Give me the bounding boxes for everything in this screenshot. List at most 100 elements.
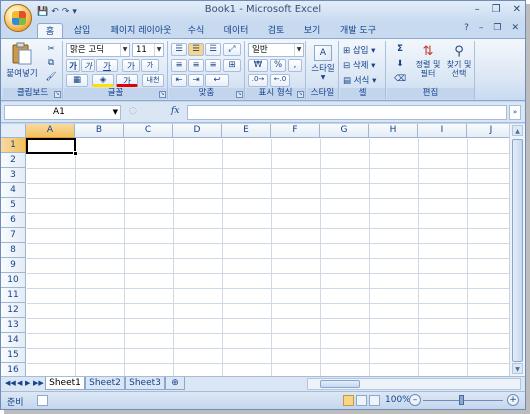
wrap-text-icon[interactable]: ↩ (205, 74, 229, 87)
tab-review[interactable]: 검토 (263, 23, 289, 39)
clipboard-launcher-icon[interactable]: ↘ (54, 91, 61, 98)
row-header-7[interactable]: 7 (1, 228, 26, 243)
align-middle-icon[interactable]: ☰ (188, 43, 204, 56)
increase-indent-icon[interactable]: ⇥ (188, 74, 204, 87)
tab-view[interactable]: 보기 (299, 23, 325, 39)
fill-handle[interactable] (73, 151, 78, 156)
font-launcher-icon[interactable]: ↘ (159, 91, 166, 98)
office-button[interactable] (4, 4, 32, 32)
row-header-13[interactable]: 13 (1, 318, 26, 333)
column-header-d[interactable]: D (173, 124, 222, 138)
column-header-g[interactable]: G (320, 124, 369, 138)
restore-button[interactable]: ❐ (492, 4, 501, 15)
column-header-a[interactable]: A (26, 124, 75, 138)
row-header-14[interactable]: 14 (1, 333, 26, 348)
align-top-icon[interactable]: ☰ (171, 43, 187, 56)
row-header-1[interactable]: 1 (1, 138, 26, 153)
currency-button[interactable]: ₩ (248, 59, 268, 72)
prev-sheet-icon[interactable]: ◀ (17, 379, 22, 387)
chevron-down-icon[interactable]: ▼ (113, 106, 118, 119)
italic-button[interactable]: 가 (81, 59, 95, 72)
column-header-c[interactable]: C (124, 124, 173, 138)
active-cell[interactable] (26, 138, 78, 156)
zoom-level[interactable]: 100% (385, 395, 411, 405)
row-header-5[interactable]: 5 (1, 198, 26, 213)
row-header-8[interactable]: 8 (1, 243, 26, 258)
delete-cells-button[interactable]: ⊟ 삭제 ▾ (342, 58, 384, 71)
scroll-up-icon[interactable]: ▲ (512, 125, 523, 136)
cell-gridlines[interactable] (27, 139, 509, 376)
row-header-16[interactable]: 16 (1, 363, 26, 376)
row-header-12[interactable]: 12 (1, 303, 26, 318)
alignment-launcher-icon[interactable]: ↘ (236, 91, 243, 98)
format-cells-button[interactable]: ▤ 서식 ▾ (342, 73, 384, 86)
align-center-icon[interactable]: ≡ (188, 59, 204, 72)
percent-button[interactable]: % (270, 59, 286, 72)
formula-input[interactable] (187, 105, 507, 120)
next-sheet-icon[interactable]: ▶ (25, 379, 30, 387)
tab-data[interactable]: 데이터 (219, 23, 253, 39)
number-launcher-icon[interactable]: ↘ (297, 91, 304, 98)
select-all-button[interactable] (1, 124, 26, 138)
sheet-tab-sheet3[interactable]: Sheet3 (125, 377, 165, 390)
row-header-6[interactable]: 6 (1, 213, 26, 228)
workbook-close-button[interactable]: ✕ (511, 23, 519, 33)
insert-sheet-icon[interactable]: ⊕ (165, 377, 185, 390)
minimize-button[interactable]: – (475, 4, 480, 15)
clear-icon[interactable]: ⌫ (389, 73, 411, 86)
row-header-15[interactable]: 15 (1, 348, 26, 363)
vertical-scrollbar[interactable]: ▲ ▼ (509, 124, 525, 376)
tab-insert[interactable]: 삽입 (69, 23, 95, 39)
styles-button[interactable]: A 스타일 ▼ (308, 43, 338, 85)
shrink-font-button[interactable]: 가 (141, 59, 159, 72)
column-header-b[interactable]: B (75, 124, 124, 138)
paste-button[interactable]: 붙여넣기 (5, 41, 39, 85)
decrease-decimal-icon[interactable]: ←.0 (270, 74, 290, 87)
cut-icon[interactable]: ✂ (43, 43, 59, 55)
row-header-11[interactable]: 11 (1, 288, 26, 303)
increase-decimal-icon[interactable]: .0→ (248, 74, 268, 87)
horizontal-scroll-thumb[interactable] (320, 380, 360, 388)
insert-function-button[interactable]: fx (171, 106, 179, 116)
vertical-scroll-thumb[interactable] (512, 139, 523, 362)
font-color-button[interactable]: 가 (116, 74, 138, 87)
decrease-indent-icon[interactable]: ⇤ (171, 74, 187, 87)
sort-filter-button[interactable]: ⇅ 정렬 및 필터 (413, 43, 443, 87)
row-header-9[interactable]: 9 (1, 258, 26, 273)
column-header-h[interactable]: H (369, 124, 418, 138)
scroll-down-icon[interactable]: ▼ (512, 363, 523, 374)
number-format-select[interactable]: 일반 ▼ (248, 43, 304, 57)
bold-button[interactable]: 가 (66, 59, 80, 72)
column-header-i[interactable]: I (418, 124, 467, 138)
sheet-tab-sheet1[interactable]: Sheet1 (45, 377, 85, 390)
copy-icon[interactable]: ⧉ (43, 57, 59, 69)
row-header-10[interactable]: 10 (1, 273, 26, 288)
insert-cells-button[interactable]: ⊞ 삽입 ▾ (342, 43, 384, 56)
normal-view-icon[interactable] (343, 395, 354, 406)
underline-button[interactable]: 가 (96, 59, 118, 72)
border-icon[interactable]: ▦ (66, 74, 88, 87)
find-select-button[interactable]: ⚲ 찾기 및 선택 (444, 43, 474, 87)
zoom-slider-knob[interactable] (459, 395, 464, 405)
autosum-button[interactable]: Σ (389, 43, 411, 56)
align-right-icon[interactable]: ≡ (205, 59, 221, 72)
horizontal-scrollbar[interactable] (307, 378, 521, 390)
merge-center-icon[interactable]: ⊞ (223, 59, 241, 72)
column-header-e[interactable]: E (222, 124, 271, 138)
grow-font-button[interactable]: 가 (122, 59, 140, 72)
page-layout-view-icon[interactable] (356, 395, 367, 406)
row-header-2[interactable]: 2 (1, 153, 26, 168)
expand-formula-bar-icon[interactable]: » (509, 105, 521, 120)
last-sheet-icon[interactable]: ▶▶ (33, 379, 44, 387)
font-name-select[interactable]: 맑은 고딕 ▼ (66, 43, 130, 57)
close-button[interactable]: ✕ (513, 4, 521, 15)
align-left-icon[interactable]: ≡ (171, 59, 187, 72)
sheet-tab-sheet2[interactable]: Sheet2 (85, 377, 125, 390)
fill-color-icon[interactable]: ◈ (92, 74, 114, 87)
row-header-4[interactable]: 4 (1, 183, 26, 198)
zoom-in-button[interactable]: + (507, 394, 519, 406)
tab-page-layout[interactable]: 페이지 레이아웃 (105, 23, 177, 39)
phonetic-button[interactable]: 내천 (142, 74, 164, 87)
tab-developer[interactable]: 개발 도구 (335, 23, 381, 39)
first-sheet-icon[interactable]: ◀◀ (5, 379, 16, 387)
